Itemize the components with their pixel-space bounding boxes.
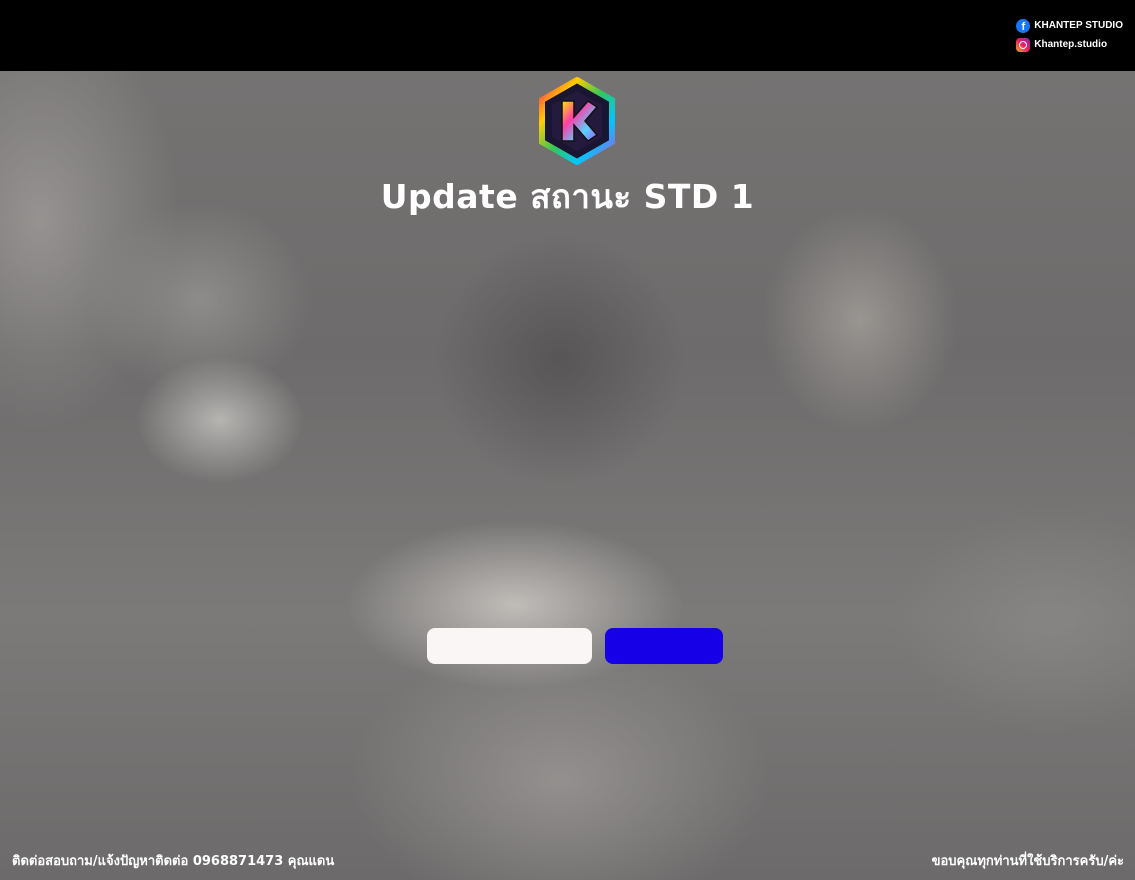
page-title: Update สถานะ STD 1 bbox=[380, 177, 755, 216]
k-hexagon-logo: K bbox=[537, 76, 617, 166]
facebook-link[interactable]: f KHANTEP STUDIO bbox=[1016, 18, 1123, 34]
facebook-label: KHANTEP STUDIO bbox=[1034, 20, 1123, 31]
social-links: f KHANTEP STUDIO Khantep.studio bbox=[1016, 18, 1123, 53]
thanks-text: ขอบคุณทุกท่านที่ใช้บริการครับ/ค่ะ bbox=[931, 854, 1124, 869]
instagram-link[interactable]: Khantep.studio bbox=[1016, 37, 1123, 53]
contact-text: ติดต่อสอบถาม/แจ้งปัญหาติดต่อ 0968871473 … bbox=[12, 854, 335, 869]
facebook-icon: f bbox=[1016, 19, 1031, 33]
primary-button[interactable] bbox=[605, 628, 723, 664]
top-bar: f KHANTEP STUDIO Khantep.studio bbox=[0, 0, 1135, 71]
instagram-icon bbox=[1016, 38, 1031, 52]
secondary-button[interactable] bbox=[427, 628, 592, 664]
instagram-label: Khantep.studio bbox=[1034, 39, 1108, 50]
